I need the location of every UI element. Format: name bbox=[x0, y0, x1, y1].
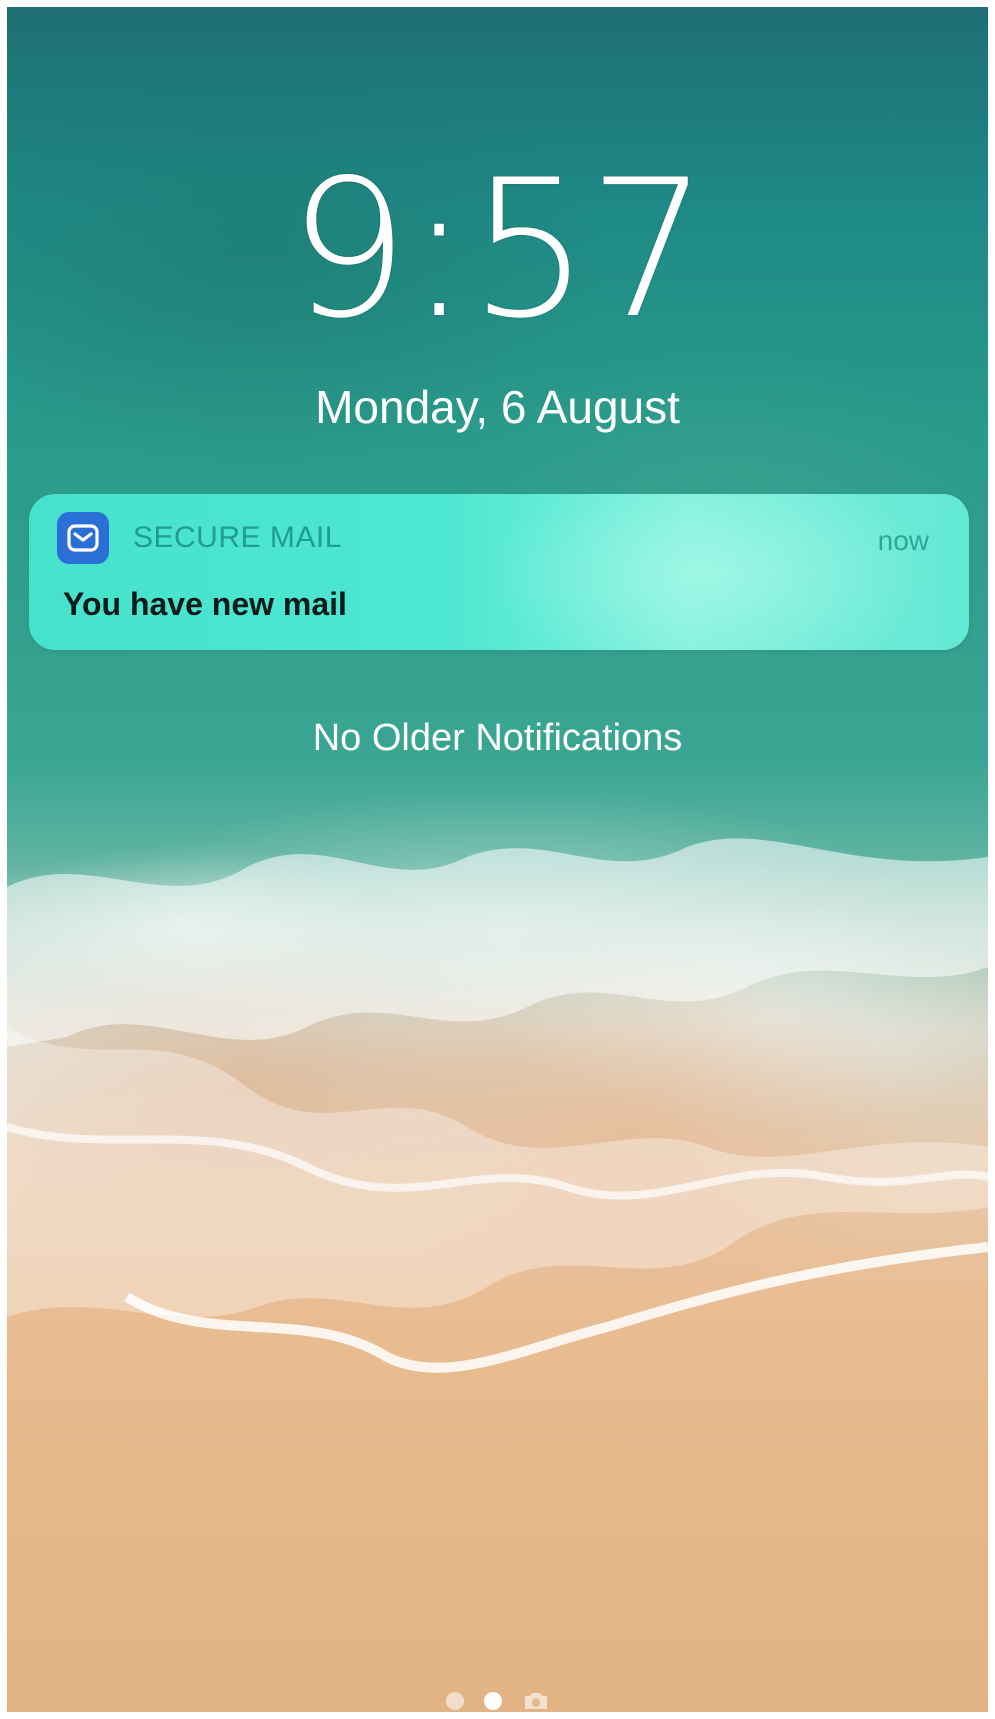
lock-screen-time: 9:57 bbox=[288, 139, 709, 360]
page-dot[interactable] bbox=[445, 1692, 464, 1710]
no-older-notifications: No Older Notifications bbox=[312, 717, 683, 759]
notification-highlight bbox=[449, 494, 969, 650]
camera-icon[interactable] bbox=[522, 1690, 550, 1712]
wallpaper-surf bbox=[7, 838, 988, 1373]
page-dot-active[interactable] bbox=[483, 1692, 502, 1710]
notification-app-name: SECURE MAIL bbox=[133, 521, 342, 554]
lock-screen: 9:57 Monday, 6 August SECURE MAIL now Yo… bbox=[7, 7, 988, 1712]
mail-notification[interactable]: SECURE MAIL now You have new mail bbox=[29, 494, 969, 650]
page-indicator[interactable] bbox=[7, 1688, 988, 1712]
notification-time: now bbox=[877, 525, 929, 556]
notification-message: You have new mail bbox=[63, 586, 347, 622]
mail-check-icon bbox=[57, 512, 109, 564]
lock-screen-date: Monday, 6 August bbox=[315, 381, 680, 433]
